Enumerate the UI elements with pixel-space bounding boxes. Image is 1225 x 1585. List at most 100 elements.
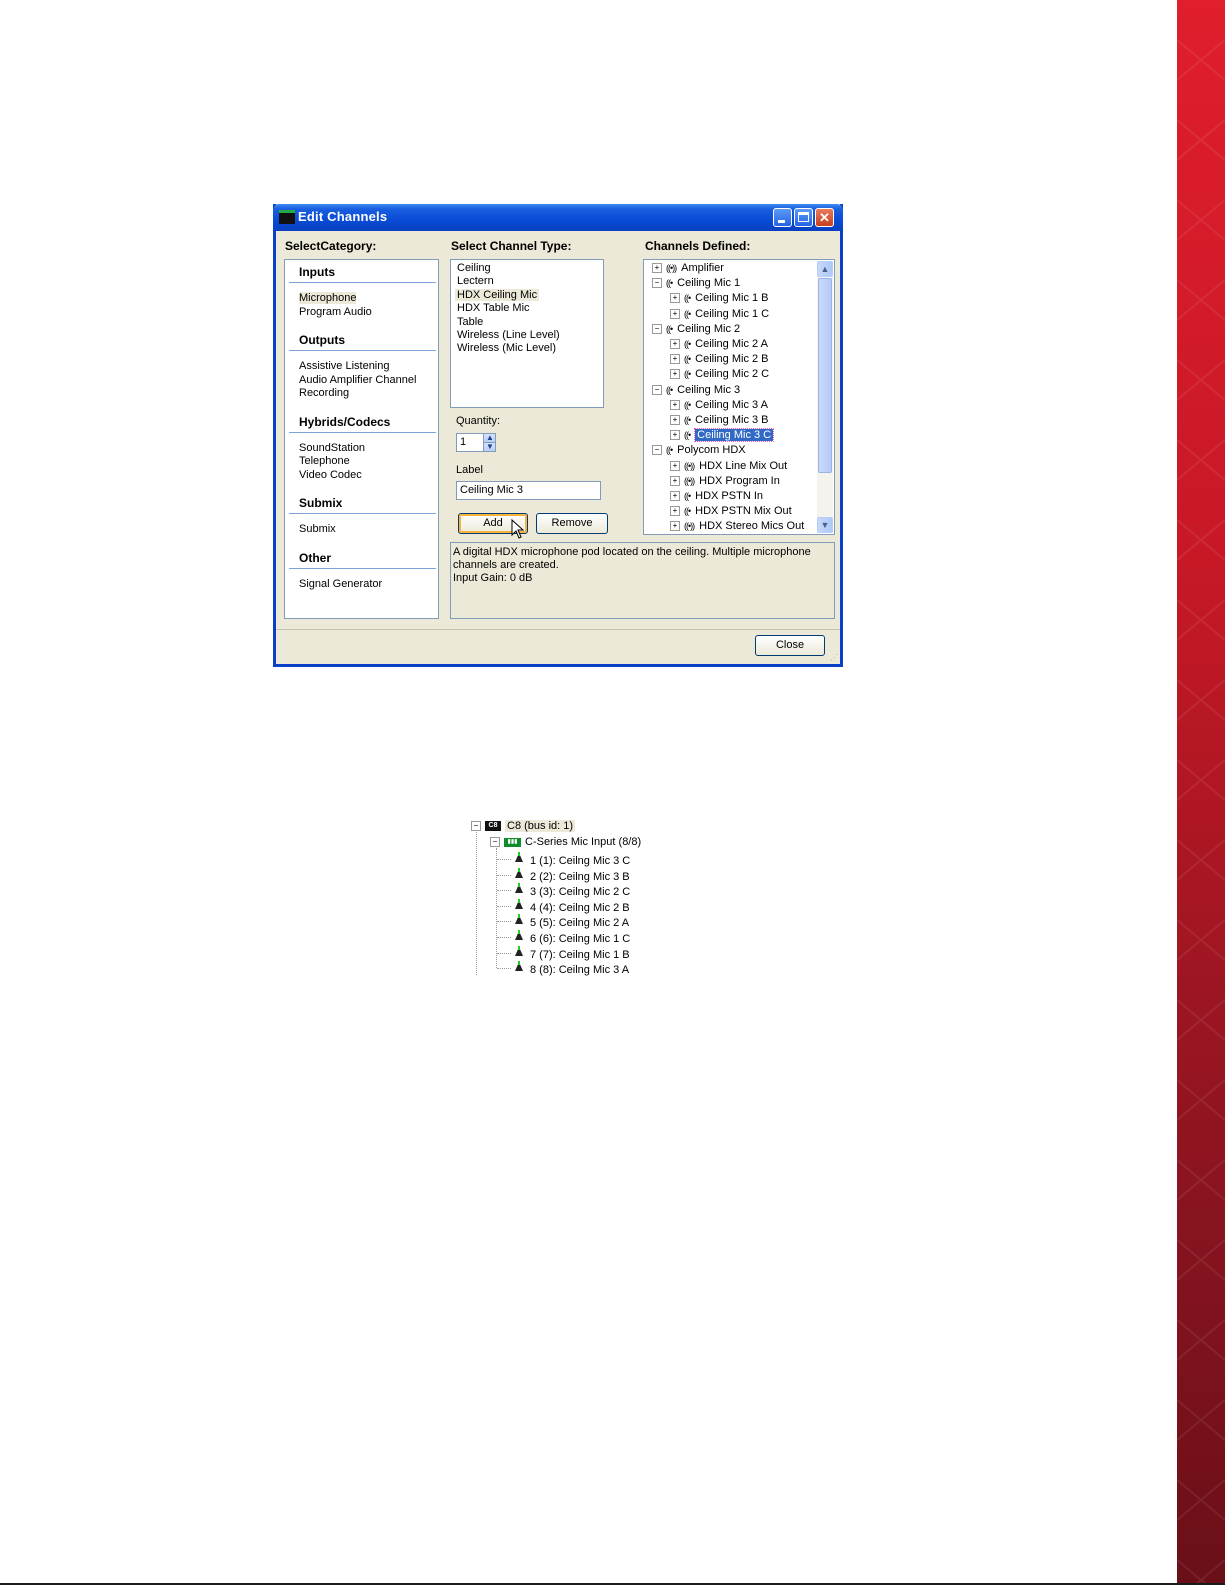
expand-icon[interactable]: + bbox=[670, 354, 680, 365]
channel-tree-node[interactable]: + ((• Ceiling Mic 2 A bbox=[670, 338, 768, 350]
resize-grip-icon[interactable]: ⋰ bbox=[830, 653, 838, 662]
tree-guide-line bbox=[497, 890, 511, 892]
channel-tree-node[interactable]: + ((• Ceiling Mic 3 C bbox=[670, 428, 775, 443]
device-channel-label: 6 (6): Ceilng Mic 1 C bbox=[530, 933, 631, 945]
expand-icon[interactable]: + bbox=[670, 308, 680, 319]
expand-icon[interactable]: + bbox=[670, 506, 680, 517]
category-list[interactable]: Inputs Microphone Program Audio Outputs Assi… bbox=[284, 259, 439, 619]
category-item[interactable]: SoundStation bbox=[299, 442, 365, 454]
select-category-header: SelectCategory: bbox=[285, 239, 377, 253]
channel-tree-node[interactable]: − ((• Ceiling Mic 3 bbox=[652, 384, 740, 396]
channel-tree-node[interactable]: + ((• HDX PSTN Mix Out bbox=[670, 505, 792, 517]
channel-tree-node[interactable]: + ((• HDX PSTN In bbox=[670, 490, 763, 502]
device-channel-node[interactable]: 1 (1): Ceilng Mic 3 C bbox=[512, 852, 630, 867]
device-root-node[interactable]: − C8 C8 (bus id: 1) bbox=[471, 820, 576, 832]
category-item[interactable]: Submix bbox=[299, 523, 336, 535]
expand-icon[interactable]: + bbox=[670, 521, 680, 532]
device-channel-node[interactable]: 2 (2): Ceilng Mic 3 B bbox=[512, 867, 630, 883]
channel-type-list[interactable]: Ceiling Lectern HDX Ceiling Mic HDX Table M… bbox=[450, 259, 604, 408]
category-item[interactable]: Audio Amplifier Channel bbox=[299, 374, 416, 386]
expand-icon[interactable]: + bbox=[670, 293, 680, 304]
device-channel-node[interactable]: 7 (7): Ceilng Mic 1 B bbox=[512, 945, 630, 961]
tree-guide-line bbox=[476, 827, 477, 975]
channel-type-item[interactable]: Lectern bbox=[457, 275, 494, 287]
microphone-icon bbox=[512, 961, 526, 976]
maximize-button[interactable] bbox=[794, 208, 813, 227]
expand-icon[interactable]: + bbox=[670, 369, 680, 380]
scroll-up-button[interactable]: ▲ bbox=[817, 261, 833, 277]
channel-type-item[interactable]: Wireless (Line Level) bbox=[457, 329, 560, 341]
scroll-thumb[interactable] bbox=[818, 278, 832, 473]
device-channel-label: 5 (5): Ceilng Mic 2 A bbox=[530, 917, 630, 930]
quantity-down-button[interactable]: ▼ bbox=[483, 442, 496, 452]
spin-up-icon: ▲ bbox=[486, 433, 494, 442]
channels-defined-tree[interactable]: + ((•)) HDX Stereo Mics Out + ((• HDX PSTN Mi… bbox=[643, 259, 835, 535]
expand-icon[interactable]: + bbox=[670, 491, 680, 502]
collapse-icon[interactable]: − bbox=[490, 837, 500, 848]
expand-icon[interactable]: + bbox=[670, 460, 680, 471]
channel-type-item[interactable]: HDX Table Mic bbox=[457, 302, 530, 314]
channel-tree-label: Ceiling Mic 3 A bbox=[695, 398, 768, 411]
title-bar[interactable]: Edit Channels ✕ bbox=[273, 204, 843, 231]
close-window-button[interactable]: ✕ bbox=[815, 208, 834, 227]
microphone-icon bbox=[512, 914, 526, 929]
label-input[interactable]: Ceiling Mic 3 bbox=[456, 481, 601, 500]
expand-icon[interactable]: + bbox=[670, 475, 680, 486]
minimize-button[interactable] bbox=[773, 208, 792, 227]
tree-scrollbar[interactable]: ▲ ▼ bbox=[817, 261, 833, 533]
channel-tree-node[interactable]: + ((• Ceiling Mic 3 A bbox=[670, 399, 768, 411]
channel-tree-node[interactable]: + ((• Ceiling Mic 1 B bbox=[670, 292, 769, 304]
collapse-icon[interactable]: − bbox=[652, 445, 662, 456]
channel-tree-node[interactable]: − ((• Ceiling Mic 1 bbox=[652, 277, 740, 289]
channel-tree-node[interactable]: + ((• Ceiling Mic 2 C bbox=[670, 368, 769, 380]
close-icon: ✕ bbox=[819, 210, 830, 225]
expand-icon[interactable]: + bbox=[670, 430, 680, 441]
channel-tree-node[interactable]: + ((•)) HDX Line Mix Out bbox=[670, 460, 787, 472]
device-channel-node[interactable]: 5 (5): Ceilng Mic 2 A bbox=[512, 914, 629, 929]
device-group-node[interactable]: − ▮▮▮ C-Series Mic Input (8/8) bbox=[490, 836, 641, 848]
expand-icon[interactable]: + bbox=[670, 415, 680, 426]
collapse-icon[interactable]: − bbox=[471, 821, 481, 832]
channel-tree-node[interactable]: − ((• Polycom HDX bbox=[652, 444, 746, 456]
channel-tree-node[interactable]: + ((• Ceiling Mic 3 B bbox=[670, 414, 769, 426]
close-button[interactable]: Close bbox=[755, 635, 825, 656]
signal-icon: ((• bbox=[666, 278, 673, 289]
channel-tree-node[interactable]: + ((• Ceiling Mic 2 B bbox=[670, 353, 769, 365]
edit-channels-window: Edit Channels ✕ SelectCategory: Select C… bbox=[273, 204, 843, 667]
channel-type-item[interactable]: Ceiling bbox=[457, 262, 491, 274]
category-item[interactable]: Video Codec bbox=[299, 469, 362, 481]
category-item[interactable]: Assistive Listening bbox=[299, 360, 390, 372]
quantity-input[interactable]: 1 bbox=[456, 433, 484, 452]
expand-icon[interactable]: + bbox=[652, 263, 662, 274]
category-group-header: Outputs bbox=[299, 333, 345, 347]
device-channel-node[interactable]: 8 (8): Ceilng Mic 3 A bbox=[512, 961, 629, 976]
channel-tree-node[interactable]: + ((•)) HDX Program In bbox=[670, 475, 780, 487]
category-item[interactable]: Program Audio bbox=[299, 306, 372, 318]
device-channel-node[interactable]: 3 (3): Ceilng Mic 2 C bbox=[512, 883, 630, 898]
category-divider bbox=[289, 567, 436, 569]
channel-tree-node[interactable]: + ((•)) Amplifier bbox=[652, 262, 724, 274]
channel-tree-node[interactable]: + ((• Ceiling Mic 1 C bbox=[670, 308, 769, 320]
channel-tree-node[interactable]: + ((•)) HDX Stereo Mics Out bbox=[670, 520, 804, 532]
channel-type-item[interactable]: HDX Ceiling Mic bbox=[455, 288, 540, 301]
tree-guide-line bbox=[497, 921, 511, 923]
collapse-icon[interactable]: − bbox=[652, 278, 662, 289]
expand-icon[interactable]: + bbox=[670, 339, 680, 350]
scroll-down-button[interactable]: ▼ bbox=[817, 517, 833, 533]
remove-button[interactable]: Remove bbox=[536, 513, 608, 534]
category-item[interactable]: Recording bbox=[299, 387, 349, 399]
channel-type-item[interactable]: Table bbox=[457, 316, 483, 328]
collapse-icon[interactable]: − bbox=[652, 384, 662, 395]
category-item[interactable]: Microphone bbox=[299, 292, 357, 304]
channel-tree-node[interactable]: − ((• Ceiling Mic 2 bbox=[652, 323, 740, 335]
category-item[interactable]: Signal Generator bbox=[299, 578, 382, 590]
device-channel-node[interactable]: 4 (4): Ceilng Mic 2 B bbox=[512, 898, 630, 914]
tree-guide-line bbox=[497, 968, 511, 970]
device-channel-label: 7 (7): Ceilng Mic 1 B bbox=[530, 948, 630, 961]
collapse-icon[interactable]: − bbox=[652, 323, 662, 334]
category-item[interactable]: Telephone bbox=[299, 455, 350, 467]
expand-icon[interactable]: + bbox=[670, 399, 680, 410]
microphone-icon bbox=[512, 898, 526, 914]
channel-type-item[interactable]: Wireless (Mic Level) bbox=[457, 342, 556, 354]
device-channel-node[interactable]: 6 (6): Ceilng Mic 1 C bbox=[512, 930, 630, 945]
